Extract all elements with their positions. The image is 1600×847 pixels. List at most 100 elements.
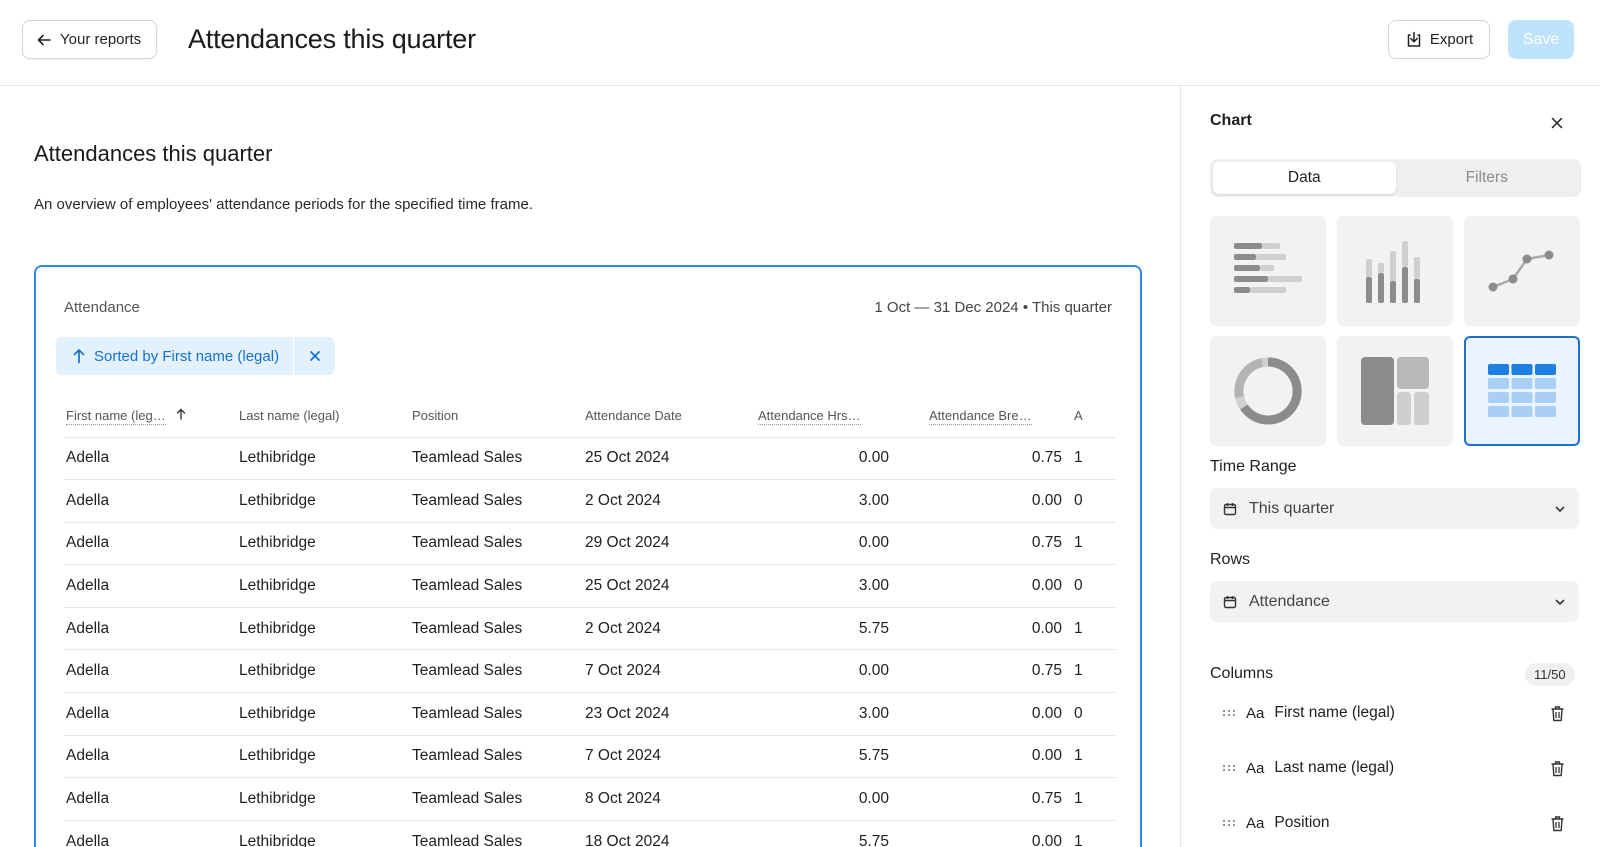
table-row[interactable]: Adella Lethibridge Teamlead Sales 2 Oct 202… <box>64 479 1116 523</box>
sort-ascending-icon <box>176 408 186 423</box>
chart-type-grid <box>1210 216 1581 446</box>
table-header-row: First name (leg… Last name (legal) Posit… <box>64 395 1116 437</box>
cell-last-name: Lethibridge <box>237 777 410 821</box>
table-row[interactable]: Adella Lethibridge Teamlead Sales 2 Oct 202… <box>64 606 1116 650</box>
cell-truncated: 0 <box>1064 692 1116 736</box>
drag-handle-icon[interactable] <box>1222 819 1236 827</box>
table-row[interactable]: Adella Lethibridge Teamlead Sales 29 Oct 20… <box>64 521 1116 565</box>
rows-select[interactable]: Attendance <box>1210 581 1579 622</box>
drag-handle-icon[interactable] <box>1222 764 1236 772</box>
report-table-card[interactable]: Attendance 1 Oct — 31 Dec 2024 • This qu… <box>34 265 1142 847</box>
table-row[interactable]: Adella Lethibridge Teamlead Sales 7 Oct 202… <box>64 734 1116 778</box>
cell-attendance-break: 0.75 <box>891 649 1064 693</box>
column-header-position[interactable]: Position <box>410 395 583 437</box>
tab-data[interactable]: Data <box>1213 162 1396 194</box>
table-row[interactable]: Adella Lethibridge Teamlead Sales 23 Oct 20… <box>64 692 1116 736</box>
cell-position: Teamlead Sales <box>410 777 583 821</box>
cell-position: Teamlead Sales <box>410 649 583 693</box>
cell-attendance-break: 0.00 <box>891 819 1064 847</box>
cell-position: Teamlead Sales <box>410 606 583 650</box>
cell-first-name: Adella <box>64 777 237 821</box>
cell-truncated: 1 <box>1064 777 1116 821</box>
cell-attendance-date: 25 Oct 2024 <box>583 564 756 608</box>
cell-last-name: Lethibridge <box>237 606 410 650</box>
back-to-reports-button[interactable]: Your reports <box>22 20 158 59</box>
cell-attendance-hours: 0.00 <box>756 777 891 821</box>
tab-filters[interactable]: Filters <box>1396 162 1579 194</box>
attendance-table: First name (leg… Last name (legal) Posit… <box>64 395 1116 847</box>
save-button[interactable]: Save <box>1508 20 1574 59</box>
close-icon <box>309 350 321 362</box>
column-header-truncated[interactable]: A <box>1064 395 1116 437</box>
cell-attendance-hours: 0.00 <box>756 649 891 693</box>
sort-chip-text: Sorted by First name (legal) <box>94 347 280 365</box>
close-panel-button[interactable] <box>1546 112 1568 134</box>
sort-chip-label-button[interactable]: Sorted by First name (legal) <box>56 337 294 375</box>
column-header-first-name[interactable]: First name (leg… <box>64 395 237 437</box>
time-range-select[interactable]: This quarter <box>1210 488 1579 529</box>
column-item[interactable]: Aa Position <box>1210 802 1579 844</box>
columns-label: Columns <box>1210 665 1274 682</box>
table-row[interactable]: Adella Lethibridge Teamlead Sales 18 Oct 20… <box>64 819 1116 847</box>
cell-truncated: 0 <box>1064 564 1116 608</box>
clear-sort-button[interactable] <box>293 337 336 375</box>
cell-attendance-date: 2 Oct 2024 <box>583 479 756 523</box>
chart-type-donut[interactable] <box>1210 336 1326 446</box>
cell-truncated: 0 <box>1064 479 1116 523</box>
chart-type-treemap[interactable] <box>1337 336 1453 446</box>
chart-type-horizontal-bar[interactable] <box>1210 216 1326 326</box>
vertical-bar-chart-icon <box>1363 237 1427 305</box>
cell-attendance-break: 0.00 <box>891 564 1064 608</box>
table-row[interactable]: Adella Lethibridge Teamlead Sales 25 Oct 20… <box>64 436 1116 480</box>
column-header-attendance-date[interactable]: Attendance Date <box>583 395 756 437</box>
trash-icon[interactable] <box>1550 815 1565 832</box>
close-icon <box>1551 117 1563 129</box>
time-range-value: This quarter <box>1249 499 1335 517</box>
cell-last-name: Lethibridge <box>237 819 410 847</box>
chevron-down-icon <box>1554 503 1566 515</box>
table-row[interactable]: Adella Lethibridge Teamlead Sales 7 Oct 202… <box>64 649 1116 693</box>
table-row[interactable]: Adella Lethibridge Teamlead Sales 8 Oct 202… <box>64 777 1116 821</box>
export-button[interactable]: Export <box>1388 20 1490 59</box>
column-header-attendance-break[interactable]: Attendance Bre… <box>891 395 1064 437</box>
chart-type-vertical-bar[interactable] <box>1337 216 1453 326</box>
report-description: An overview of employees' attendance per… <box>34 196 533 213</box>
cell-first-name: Adella <box>64 564 237 608</box>
cell-last-name: Lethibridge <box>237 521 410 565</box>
cell-first-name: Adella <box>64 521 237 565</box>
chart-type-line[interactable] <box>1464 216 1580 326</box>
column-header-attendance-hours[interactable]: Attendance Hrs… <box>756 395 891 437</box>
table-chart-icon <box>1487 363 1557 419</box>
trash-icon[interactable] <box>1550 705 1565 722</box>
cell-attendance-hours: 5.75 <box>756 606 891 650</box>
column-item[interactable]: Aa First name (legal) <box>1210 692 1579 734</box>
table-row[interactable]: Adella Lethibridge Teamlead Sales 25 Oct 20… <box>64 564 1116 608</box>
cell-position: Teamlead Sales <box>410 692 583 736</box>
text-type-icon: Aa <box>1246 759 1265 777</box>
rows-label: Rows <box>1210 551 1251 568</box>
cell-first-name: Adella <box>64 734 237 778</box>
panel-tabs: Data Filters <box>1210 159 1581 197</box>
cell-position: Teamlead Sales <box>410 564 583 608</box>
trash-icon[interactable] <box>1550 760 1565 777</box>
table-body: Adella Lethibridge Teamlead Sales 25 Oct 20… <box>64 436 1116 847</box>
top-bar: Your reports Attendances this quarter Ex… <box>0 0 1600 86</box>
cell-attendance-hours: 5.75 <box>756 819 891 847</box>
cell-last-name: Lethibridge <box>237 479 410 523</box>
column-item-label: First name (legal) <box>1274 704 1395 721</box>
column-header-last-name[interactable]: Last name (legal) <box>237 395 410 437</box>
cell-attendance-break: 0.75 <box>891 521 1064 565</box>
drag-handle-icon[interactable] <box>1222 709 1236 717</box>
calendar-icon <box>1223 502 1237 516</box>
cell-first-name: Adella <box>64 436 237 480</box>
column-item[interactable]: Aa Last name (legal) <box>1210 747 1579 789</box>
cell-attendance-date: 23 Oct 2024 <box>583 692 756 736</box>
attendance-table-wrapper[interactable]: First name (leg… Last name (legal) Posit… <box>64 395 1116 847</box>
cell-position: Teamlead Sales <box>410 479 583 523</box>
report-main: Attendances this quarter An overview of … <box>0 86 1180 847</box>
chart-type-table[interactable] <box>1464 336 1580 446</box>
cell-last-name: Lethibridge <box>237 436 410 480</box>
export-button-label: Export <box>1429 31 1474 48</box>
arrow-up-icon <box>72 348 86 364</box>
cell-position: Teamlead Sales <box>410 734 583 778</box>
